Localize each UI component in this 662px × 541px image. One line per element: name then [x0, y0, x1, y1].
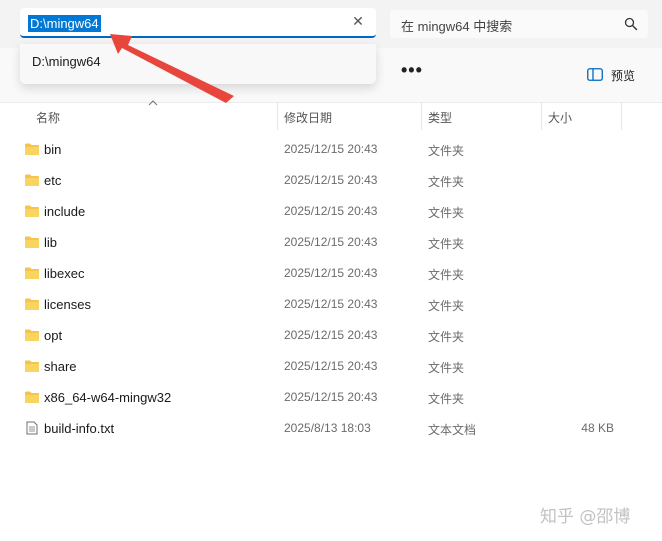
file-name: bin [44, 142, 62, 157]
address-bar[interactable]: D:\mingw64 ✕ [20, 8, 376, 38]
search-box[interactable]: 在 mingw64 中搜索 [390, 10, 648, 38]
file-name: etc [44, 173, 62, 188]
close-icon[interactable]: ✕ [350, 14, 366, 30]
file-name: build-info.txt [44, 421, 115, 436]
file-row[interactable]: licenses 2025/12/15 20:43 文件夹 [0, 289, 662, 320]
file-type: 文件夹 [428, 330, 465, 344]
file-type: 文件夹 [428, 392, 465, 406]
folder-icon [25, 360, 39, 372]
column-divider[interactable] [277, 102, 278, 130]
file-row[interactable]: build-info.txt 2025/8/13 18:03 文本文档 48 KB [0, 413, 662, 444]
folder-icon [25, 391, 39, 403]
column-header-name[interactable]: 名称 [36, 109, 60, 126]
file-row[interactable]: bin 2025/12/15 20:43 文件夹 [0, 134, 662, 165]
column-header-type[interactable]: 类型 [428, 109, 452, 126]
file-type: 文件夹 [428, 268, 465, 282]
address-suggestion-dropdown: D:\mingw64 [20, 44, 376, 84]
file-modified: 2025/12/15 20:43 [284, 297, 378, 311]
column-divider[interactable] [541, 102, 542, 130]
file-name: include [44, 204, 86, 219]
column-header-row: 名称 修改日期 类型 大小 [0, 100, 662, 130]
file-name: x86_64-w64-mingw32 [44, 390, 172, 405]
file-modified: 2025/12/15 20:43 [284, 359, 378, 373]
more-horizontal-icon[interactable]: ••• [401, 60, 423, 80]
column-header-modified[interactable]: 修改日期 [284, 109, 332, 126]
sort-up-chevron-icon [148, 100, 158, 106]
folder-icon [25, 205, 39, 217]
folder-icon [25, 236, 39, 248]
file-modified: 2025/12/15 20:43 [284, 390, 378, 404]
file-modified: 2025/12/15 20:43 [284, 328, 378, 342]
file-row[interactable]: libexec 2025/12/15 20:43 文件夹 [0, 258, 662, 289]
file-type: 文件夹 [428, 361, 465, 375]
file-modified: 2025/12/15 20:43 [284, 204, 378, 218]
column-divider[interactable] [421, 102, 422, 130]
file-size: 48 KB [581, 421, 614, 435]
file-row[interactable]: share 2025/12/15 20:43 文件夹 [0, 351, 662, 382]
folder-icon [25, 267, 39, 279]
folder-icon [25, 174, 39, 186]
file-row[interactable]: etc 2025/12/15 20:43 文件夹 [0, 165, 662, 196]
column-header-size[interactable]: 大小 [548, 109, 572, 126]
column-divider[interactable] [621, 102, 622, 130]
search-icon[interactable] [624, 17, 638, 31]
file-type: 文件夹 [428, 206, 465, 220]
file-modified: 2025/12/15 20:43 [284, 173, 378, 187]
file-type: 文件夹 [428, 175, 465, 189]
watermark: 知乎 @邵博 [540, 507, 631, 527]
preview-pane-icon [587, 68, 603, 81]
file-modified: 2025/12/15 20:43 [284, 266, 378, 280]
file-name: opt [44, 328, 63, 343]
file-name: share [44, 359, 77, 374]
folder-icon [25, 329, 39, 341]
file-type: 文件夹 [428, 299, 465, 313]
search-placeholder[interactable]: 在 mingw64 中搜索 [401, 16, 512, 35]
address-input[interactable]: D:\mingw64 [28, 15, 101, 32]
file-row[interactable]: lib 2025/12/15 20:43 文件夹 [0, 227, 662, 258]
file-row[interactable]: opt 2025/12/15 20:43 文件夹 [0, 320, 662, 351]
folder-icon [25, 298, 39, 310]
file-name: licenses [44, 297, 91, 312]
file-type: 文件夹 [428, 237, 465, 251]
file-row[interactable]: include 2025/12/15 20:43 文件夹 [0, 196, 662, 227]
file-modified: 2025/12/15 20:43 [284, 235, 378, 249]
file-modified: 2025/8/13 18:03 [284, 421, 371, 435]
text-file-icon [26, 421, 38, 435]
file-row[interactable]: x86_64-w64-mingw32 2025/12/15 20:43 文件夹 [0, 382, 662, 413]
file-type: 文件夹 [428, 144, 465, 158]
file-modified: 2025/12/15 20:43 [284, 142, 378, 156]
address-suggestion-item[interactable]: D:\mingw64 [32, 54, 101, 69]
file-name: lib [44, 235, 58, 250]
folder-icon [25, 143, 39, 155]
file-type: 文本文档 [428, 423, 477, 437]
preview-label: 预览 [611, 69, 636, 83]
file-name: libexec [44, 266, 85, 281]
